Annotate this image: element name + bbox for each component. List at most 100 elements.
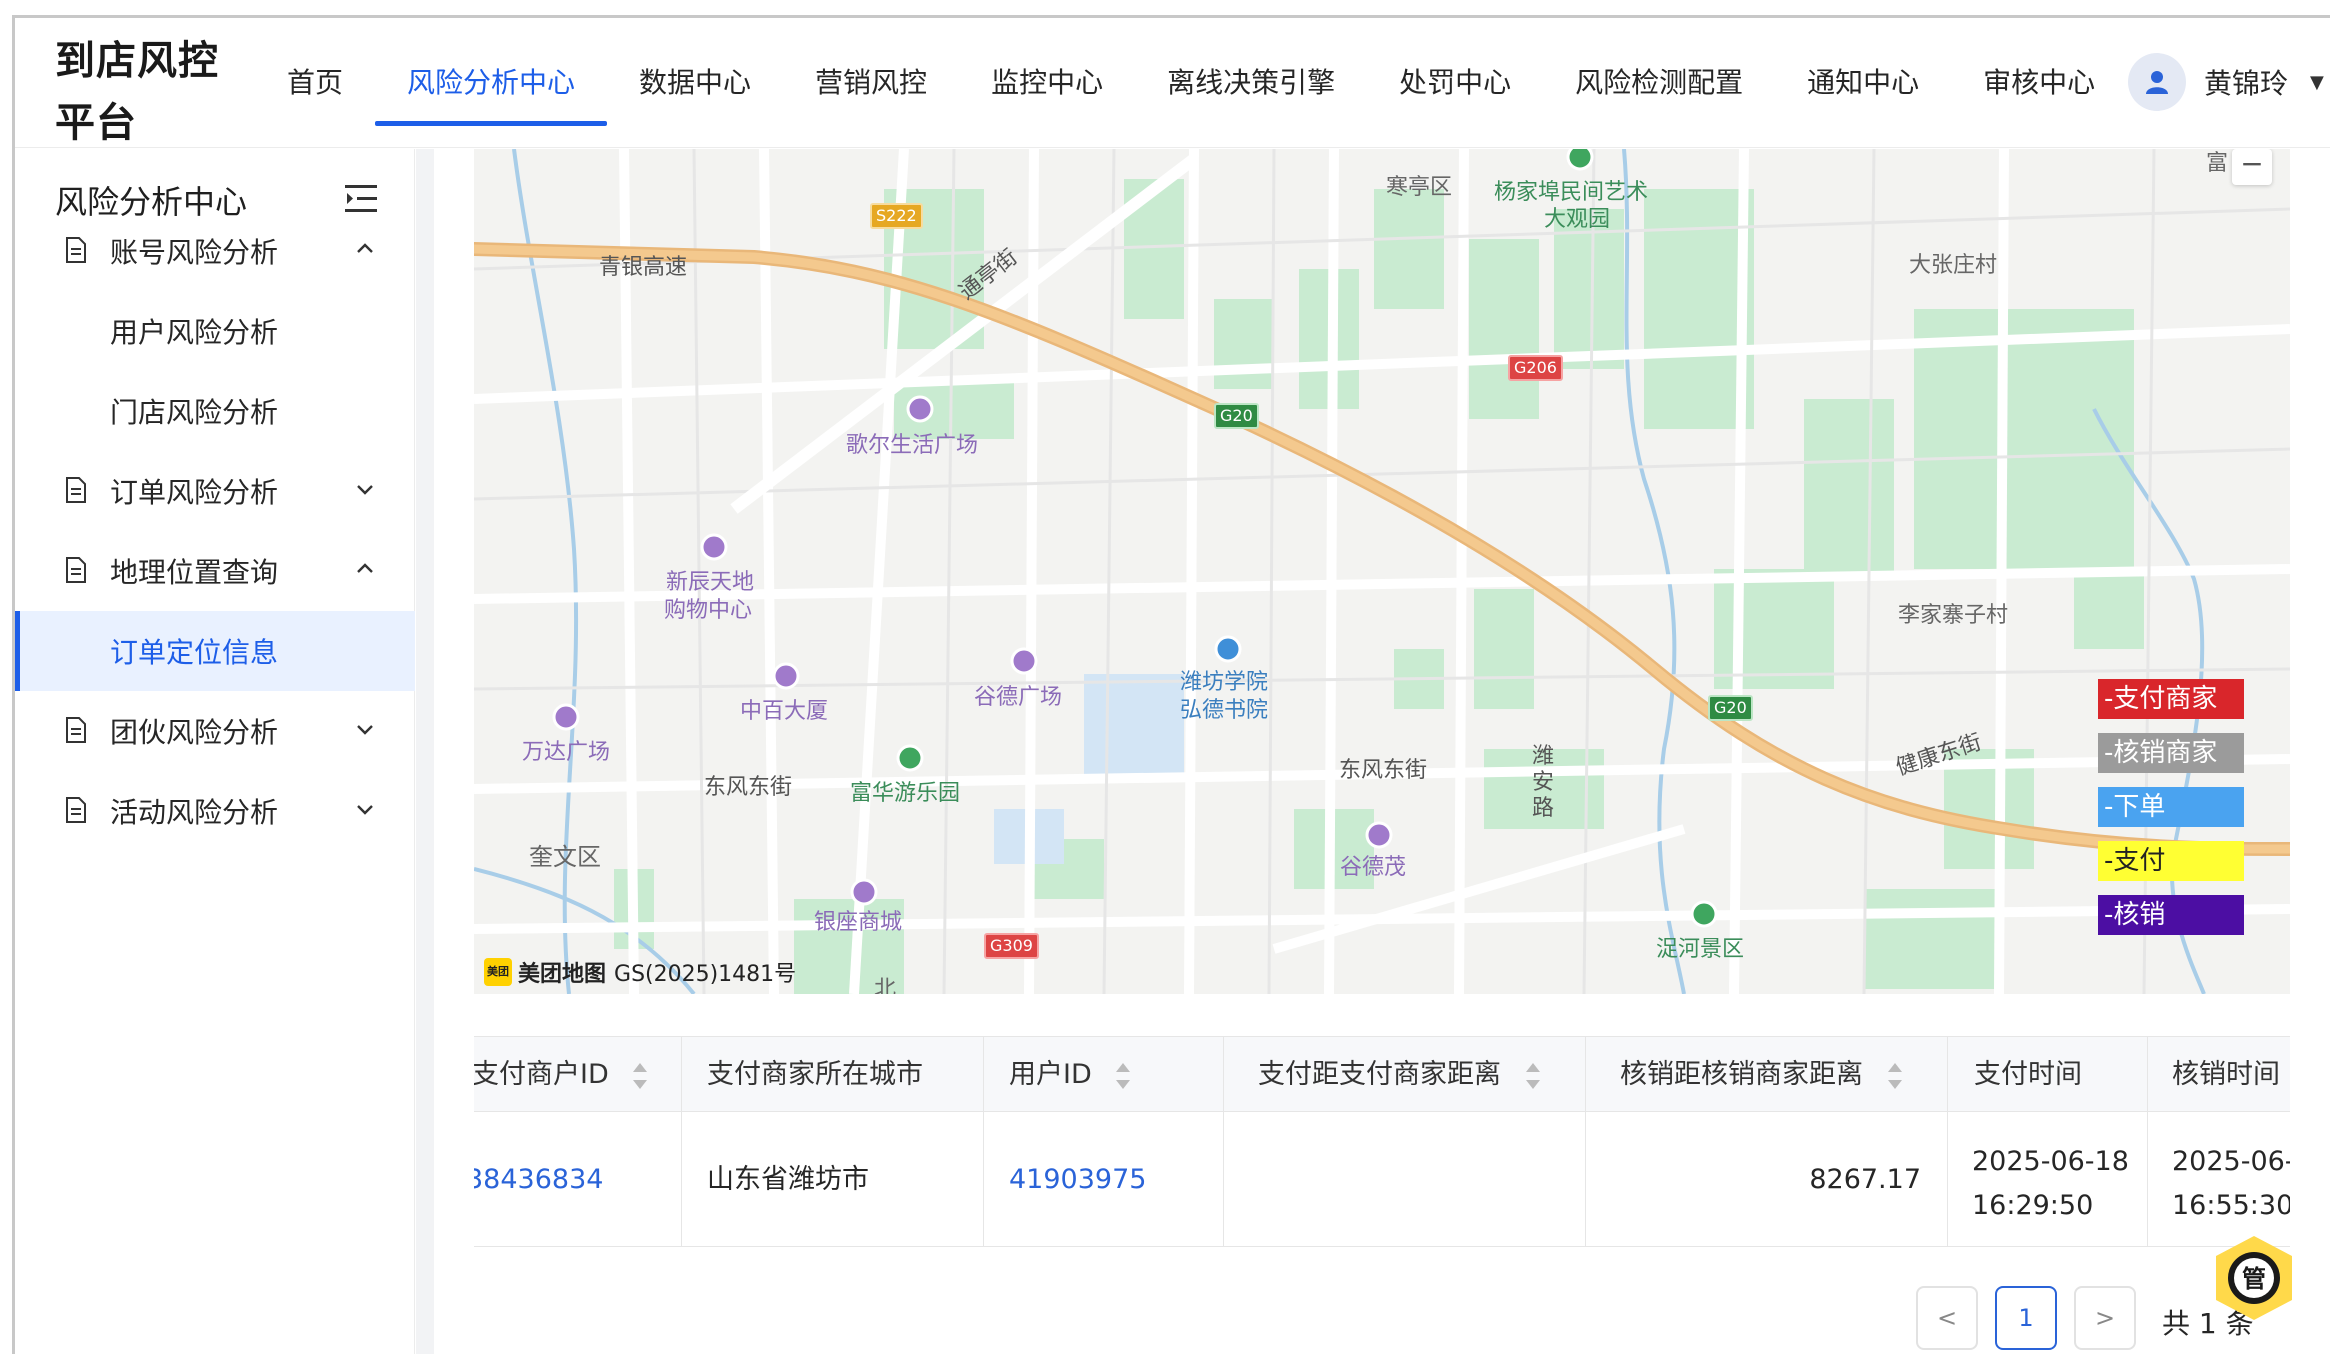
- sidebar-item-user-risk[interactable]: 用户风险分析: [15, 291, 415, 371]
- map-label-gude-plaza: 谷德广场: [974, 685, 1063, 710]
- map-license: GS(2025)1481号: [614, 962, 797, 987]
- sidebar-item-label: 订单定位信息: [110, 636, 279, 669]
- legend-verify-merchant: -核销商家: [2098, 733, 2244, 773]
- document-icon: [66, 557, 86, 583]
- merchant-id-link[interactable]: 38436834: [474, 1164, 603, 1195]
- sidebar-item-label: 门店风险分析: [110, 396, 279, 429]
- map-label-fu: 富: [2206, 151, 2229, 176]
- table-header: 支付商户ID 支付商家所在城市 用户ID 支付距支付商家距离 核销距核销商家距离…: [474, 1037, 2290, 1112]
- sidebar-item-label: 用户风险分析: [110, 316, 279, 349]
- column-user-id[interactable]: 用户ID: [984, 1037, 1224, 1111]
- nav-monitoring[interactable]: 监控中心: [959, 18, 1135, 148]
- brand-title: 到店风控 平台: [55, 30, 275, 154]
- page-1-button[interactable]: 1: [1995, 1286, 2057, 1350]
- cell-verify-distance: 8267.17: [1586, 1112, 1948, 1246]
- map-label-dongfeng-east: 东风东街: [1339, 758, 1428, 783]
- user-menu[interactable]: 黄锦玲 ▼: [2128, 52, 2324, 112]
- caret-down-icon[interactable]: ▼: [2310, 72, 2324, 93]
- sidebar-item-account-risk[interactable]: 账号风险分析: [15, 211, 415, 291]
- document-icon: [66, 797, 86, 823]
- zoom-out-button[interactable]: −: [2232, 149, 2272, 185]
- map-label-bailang: 浞河景区: [1656, 937, 1745, 962]
- sidebar-item-store-risk[interactable]: 门店风险分析: [15, 371, 415, 451]
- sort-icon[interactable]: [1524, 1061, 1542, 1091]
- helper-badge-icon[interactable]: 管: [2208, 1232, 2300, 1324]
- road-badge-g206: G206: [1508, 355, 1563, 381]
- top-header: 到店风控 平台 首页 风险分析中心 数据中心 营销风控 监控中心 离线决策引擎 …: [15, 18, 2330, 148]
- map-brand: 美团地图: [518, 962, 607, 987]
- chevron-down-icon: [357, 485, 373, 495]
- legend-order: -下单: [2098, 787, 2244, 827]
- document-icon: [66, 477, 86, 503]
- column-merchant-id[interactable]: 支付商户ID: [474, 1037, 682, 1111]
- nav-review[interactable]: 审核中心: [1951, 18, 2127, 148]
- cell-user-id[interactable]: 41903975: [984, 1112, 1224, 1246]
- sidebar-item-order-location[interactable]: 订单定位信息: [15, 611, 415, 691]
- user-icon: [2146, 71, 2168, 94]
- sidebar-item-label: 订单风险分析: [110, 476, 279, 509]
- pay-clock: 16:29:50: [1972, 1190, 2094, 1221]
- sort-icon[interactable]: [1886, 1061, 1904, 1091]
- order-table: 支付商户ID 支付商家所在城市 用户ID 支付距支付商家距离 核销距核销商家距离…: [474, 1036, 2290, 1247]
- sidebar-item-label: 团伙风险分析: [110, 716, 279, 749]
- road-badge-g20-east: G20: [1708, 695, 1753, 721]
- sidebar-item-gang-risk[interactable]: 团伙风险分析: [15, 691, 415, 771]
- pay-date: 2025-06-18: [1972, 1146, 2129, 1177]
- map-label-xinchen-2: 购物中心: [664, 598, 753, 623]
- map-label-geer: 歌尔生活广场: [846, 433, 979, 458]
- nav-risk-analysis[interactable]: 风险分析中心: [375, 18, 608, 148]
- column-city: 支付商家所在城市: [682, 1037, 984, 1111]
- avatar[interactable]: [2128, 53, 2186, 111]
- column-label: 支付距支付商家距离: [1258, 1059, 1501, 1090]
- chevron-down-icon: [357, 725, 373, 735]
- sidebar-item-activity-risk[interactable]: 活动风险分析: [15, 771, 415, 851]
- map-label-dazhangzhuang: 大张庄村: [1909, 253, 1998, 278]
- cell-merchant-id[interactable]: 38436834: [474, 1112, 682, 1246]
- map-label-north: 北: [874, 977, 897, 994]
- cell-pay-time: 2025-06-18 16:29:50: [1948, 1112, 2148, 1246]
- document-icon: [66, 717, 86, 743]
- road-badge-s222: S222: [870, 203, 923, 229]
- sidebar-item-geo-query[interactable]: 地理位置查询: [15, 531, 415, 611]
- map-label-dongfeng-west: 东风东街: [704, 775, 793, 800]
- road-badge-g20: G20: [1214, 403, 1259, 429]
- map-label-weian: 潍安路: [1532, 744, 1555, 821]
- nav-marketing-risk[interactable]: 营销风控: [783, 18, 959, 148]
- column-label: 支付商户ID: [474, 1059, 609, 1090]
- nav-notification[interactable]: 通知中心: [1775, 18, 1951, 148]
- prev-page-button[interactable]: <: [1916, 1286, 1978, 1350]
- sidebar-scrollbar[interactable]: [416, 149, 434, 1354]
- sidebar: 风险分析中心 账号风险分析 用户风险分析 门店风险分析 订单风险分析 地理位置查…: [15, 149, 415, 1354]
- sidebar-item-label: 账号风险分析: [110, 236, 279, 269]
- column-label: 核销时间: [2172, 1059, 2280, 1090]
- map-label-yinzuo: 银座商城: [814, 910, 903, 935]
- sort-icon[interactable]: [631, 1061, 649, 1091]
- user-id-link[interactable]: 41903975: [1009, 1164, 1146, 1195]
- nav-penalty[interactable]: 处罚中心: [1367, 18, 1543, 148]
- nav-data-center[interactable]: 数据中心: [607, 18, 783, 148]
- sidebar-item-label: 活动风险分析: [110, 796, 279, 829]
- chevron-up-icon: [357, 243, 373, 253]
- sidebar-item-label: 地理位置查询: [110, 556, 279, 589]
- helper-badge-text: 管: [2242, 1265, 2266, 1293]
- document-icon: [66, 237, 86, 263]
- map-label-lijiazhai: 李家寨子村: [1898, 603, 2009, 628]
- sort-icon[interactable]: [1114, 1061, 1132, 1091]
- column-verify-time: 核销时间: [2148, 1037, 2290, 1111]
- next-page-button[interactable]: >: [2074, 1286, 2136, 1350]
- sidebar-item-order-risk[interactable]: 订单风险分析: [15, 451, 415, 531]
- map-copyright: 美团 美团地图 GS(2025)1481号: [484, 956, 796, 988]
- column-pay-distance[interactable]: 支付距支付商家距离: [1224, 1037, 1586, 1111]
- chevron-down-icon: [357, 805, 373, 815]
- nav-risk-detection[interactable]: 风险检测配置: [1543, 18, 1775, 148]
- brand-line-2: 平台: [55, 100, 137, 146]
- verify-date: 2025-06-18: [2172, 1146, 2290, 1177]
- verify-clock: 16:55:30: [2172, 1190, 2290, 1221]
- nav-offline-engine[interactable]: 离线决策引擎: [1135, 18, 1367, 148]
- column-pay-time: 支付时间: [1948, 1037, 2148, 1111]
- map-view[interactable]: 寒亭区 杨家埠民间艺术 大观园 大张庄村 青银高速 通亭街 歌尔生活广场 新辰天…: [474, 149, 2290, 994]
- nav-home[interactable]: 首页: [255, 18, 375, 148]
- map-label-fuhua: 富华游乐园: [850, 781, 961, 806]
- column-verify-distance[interactable]: 核销距核销商家距离: [1586, 1037, 1948, 1111]
- road-badge-g309: G309: [984, 933, 1039, 959]
